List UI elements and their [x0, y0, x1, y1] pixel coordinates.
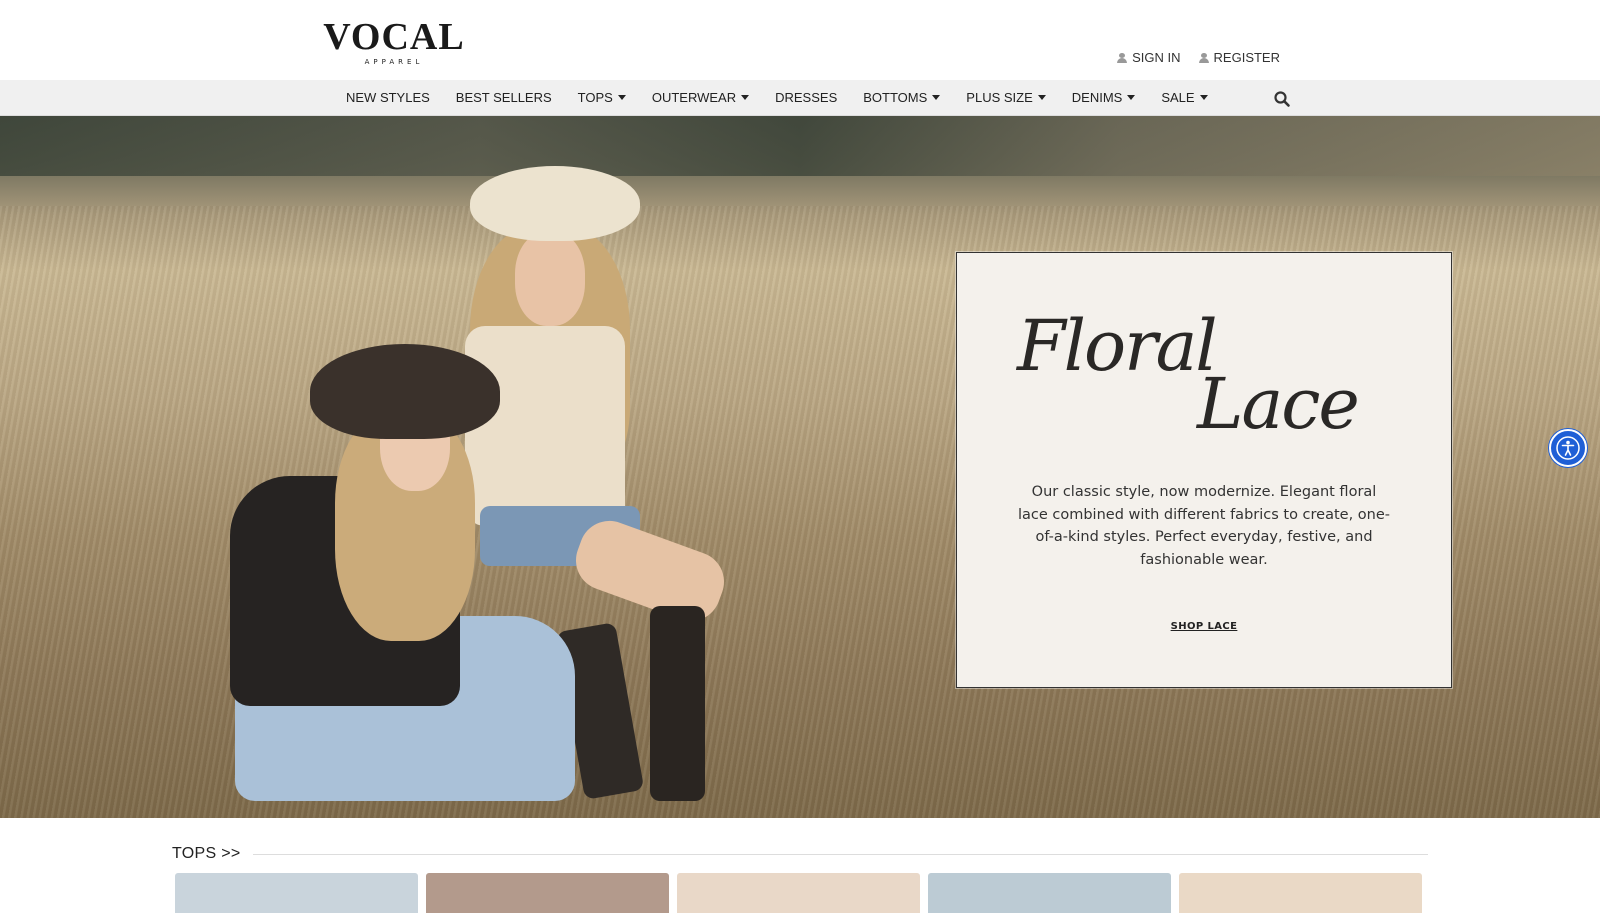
search-icon[interactable] — [1273, 90, 1291, 108]
product-thumbnail[interactable] — [426, 873, 669, 913]
caret-down-icon — [1199, 95, 1208, 100]
register-label: REGISTER — [1213, 50, 1280, 65]
caret-down-icon — [617, 95, 626, 100]
caret-down-icon — [1037, 95, 1046, 100]
promo-description: Our classic style, now modernize. Elegan… — [1017, 484, 1391, 568]
nav-item-label: TOPS — [577, 90, 613, 105]
product-thumbnail[interactable] — [928, 873, 1171, 913]
promo-title-line2: Lace — [1197, 363, 1360, 445]
user-icon — [1198, 52, 1209, 63]
caret-down-icon — [741, 95, 750, 100]
nav-item-bottoms[interactable]: BOTTOMS — [863, 90, 941, 105]
nav-item-new-styles[interactable]: NEW STYLES — [346, 90, 430, 105]
nav-item-label: DRESSES — [775, 90, 838, 105]
nav-item-sale[interactable]: SALE — [1161, 90, 1208, 105]
nav-item-best-sellers[interactable]: BEST SELLERS — [456, 90, 552, 105]
caret-down-icon — [932, 95, 941, 100]
nav-item-tops[interactable]: TOPS — [578, 90, 626, 105]
nav-item-plus-size[interactable]: PLUS SIZE — [966, 90, 1046, 105]
register-link[interactable]: REGISTER — [1198, 50, 1280, 65]
main-navigation: NEW STYLES BEST SELLERS TOPS OUTERWEAR DRESS… — [0, 80, 1600, 116]
nav-item-label: DENIMS — [1071, 90, 1123, 105]
nav-item-label: NEW STYLES — [346, 90, 430, 105]
section-divider — [252, 853, 1428, 855]
nav-item-outerwear[interactable]: OUTERWEAR — [651, 90, 750, 105]
sign-in-label: SIGN IN — [1132, 50, 1181, 65]
promo-card: Floral Lace Our classic style, now moder… — [956, 252, 1452, 688]
nav-item-label: BEST SELLERS — [455, 90, 552, 105]
nav-menu: NEW STYLES BEST SELLERS TOPS OUTERWEAR DRESS… — [346, 80, 1208, 115]
tops-section-title[interactable]: TOPS >> — [172, 845, 241, 863]
caret-down-icon — [1127, 95, 1136, 100]
nav-item-label: OUTERWEAR — [651, 90, 737, 105]
nav-item-label: SALE — [1161, 90, 1195, 105]
hero-background-trees — [0, 116, 1600, 176]
shop-lace-link[interactable]: SHOP LACE — [957, 621, 1451, 632]
logo-subtitle: APPAREL — [364, 58, 424, 66]
sign-in-link[interactable]: SIGN IN — [1117, 50, 1181, 65]
site-header: VOCAL APPAREL SIGN IN REGISTER — [0, 0, 1600, 81]
nav-item-label: PLUS SIZE — [966, 90, 1033, 105]
product-thumbnail[interactable] — [175, 873, 418, 913]
promo-title-line1: Floral — [1017, 305, 1218, 387]
accessibility-icon[interactable] — [1549, 429, 1587, 467]
promo-title: Floral Lace — [997, 293, 1417, 445]
nav-item-dresses[interactable]: DRESSES — [775, 90, 837, 105]
product-thumbnail[interactable] — [677, 873, 920, 913]
tops-product-row — [175, 873, 1422, 913]
nav-item-label: BOTTOMS — [863, 90, 928, 105]
tops-section-header: TOPS >> — [172, 845, 1428, 863]
account-links: SIGN IN REGISTER — [1117, 50, 1280, 65]
logo-wordmark: VOCAL — [323, 16, 465, 58]
product-thumbnail[interactable] — [1179, 873, 1422, 913]
nav-item-denims[interactable]: DENIMS — [1072, 90, 1136, 105]
user-icon — [1117, 52, 1128, 63]
vocal-logo[interactable]: VOCAL APPAREL — [322, 18, 466, 66]
